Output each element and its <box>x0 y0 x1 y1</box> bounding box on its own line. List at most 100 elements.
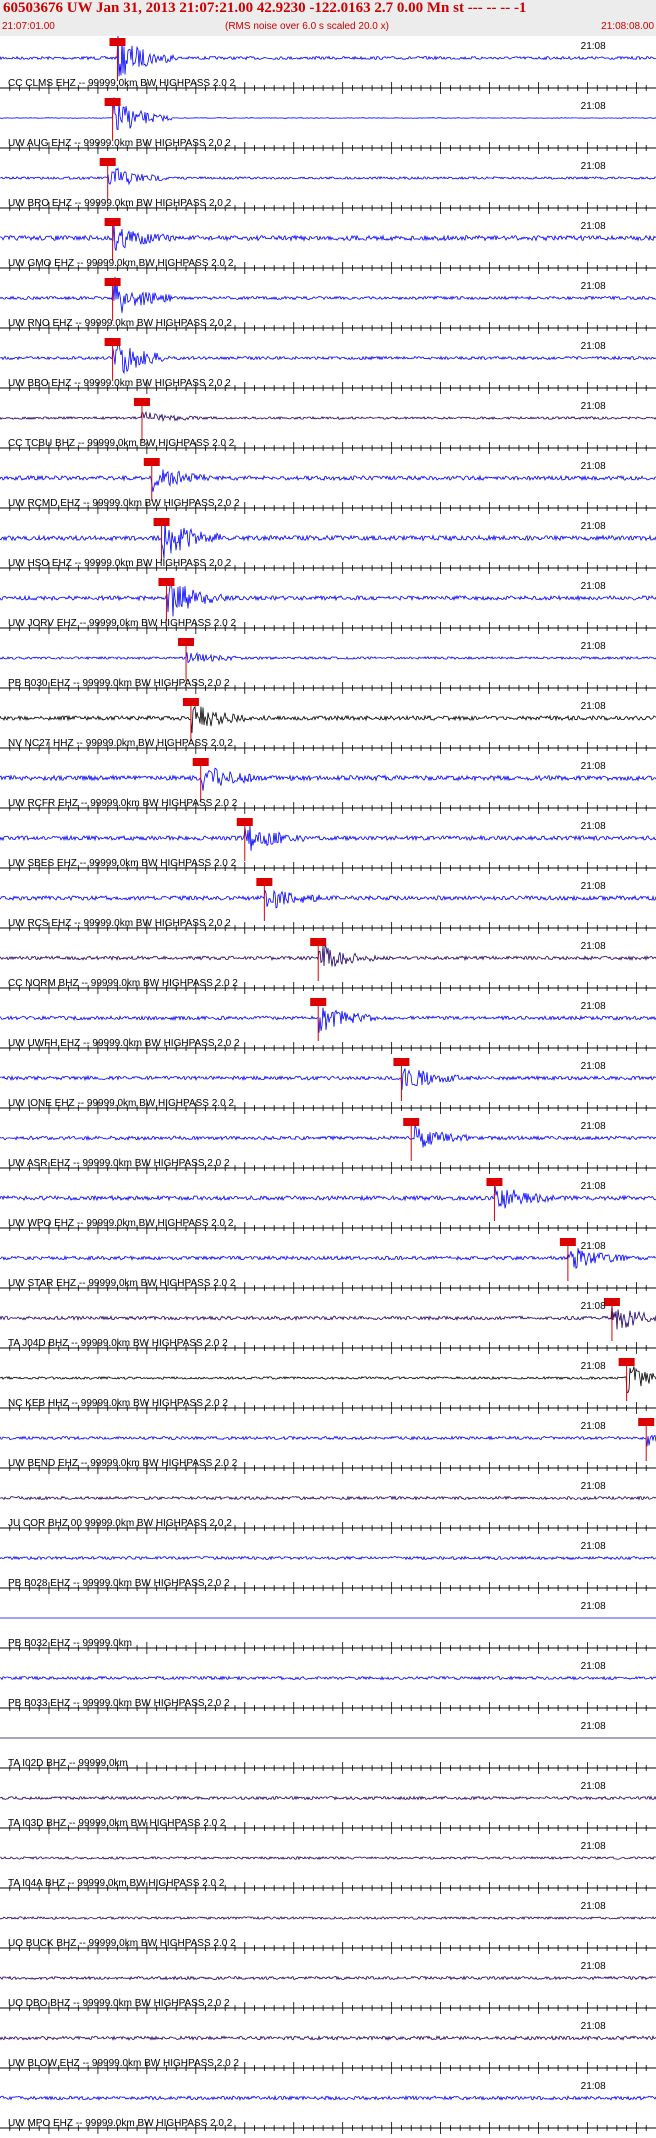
station-label: NC KEB HHZ -- 99999.0km BW HIGHPASS 2.0 … <box>8 1398 228 1409</box>
waveform-line <box>0 1675 656 1681</box>
trace-panel: 21:08 UW HSO EHZ -- 99999.0km BW HIGHPASS… <box>0 518 656 574</box>
trace-panel: 21:08 UW SBES EHZ -- 99999.0km BW HIGHPAS… <box>0 818 656 874</box>
waveform-line <box>0 1915 656 1921</box>
waveform-line <box>0 1495 656 1501</box>
station-label: NV NC27 HHZ -- 99999.0km BW HIGHPASS 2.0… <box>8 738 233 749</box>
trace-panel: 21:08 UW JORV EHZ -- 99999.0km BW HIGHPAS… <box>0 578 656 634</box>
minute-label: 21:08 <box>581 1301 606 1312</box>
pick-marker <box>158 578 175 586</box>
trace-panel: 21:08 JU COR BHZ 00 99999.0km BW HIGHPASS… <box>0 1481 656 1534</box>
waveform-line <box>0 36 656 77</box>
station-label: CC NORM BHZ -- 99999.0km BW HIGHPASS 2.0… <box>8 978 238 989</box>
station-label: UW BLOW EHZ -- 99999.0km BW HIGHPASS 2.0… <box>8 2058 239 2069</box>
pick-marker <box>603 1298 620 1306</box>
station-label: UW ASR EHZ -- 99999.0km BW HIGHPASS 2.0 … <box>8 1158 230 1169</box>
waveform-line <box>0 340 656 375</box>
station-label: TA J04D BHZ -- 99999.0km BW HIGHPASS 2.0… <box>8 1338 228 1349</box>
minute-label: 21:08 <box>581 1241 606 1252</box>
minute-label: 21:08 <box>581 761 606 772</box>
end-time: 21:08:08.00 <box>601 21 654 32</box>
waveform-line <box>0 945 656 967</box>
station-label: UW IONE EHZ -- 99999.0km BW HIGHPASS 2.0… <box>8 1098 234 1109</box>
pick-marker <box>310 938 327 946</box>
station-label: PB B030 EHZ -- 99999.0km BW HIGHPASS 2.0… <box>8 678 230 689</box>
waveform-line <box>0 1068 656 1091</box>
station-label: UW HSO EHZ -- 99999.0km BW HIGHPASS 2.0 … <box>8 558 232 569</box>
station-label: UW GMO EHZ -- 99999.0km BW HIGHPASS 2.0 … <box>8 258 234 269</box>
waveform-line <box>0 889 656 909</box>
waveform-line <box>0 1795 656 1801</box>
minute-label: 21:08 <box>581 1001 606 1012</box>
trace-panel: 21:08 TA I04A BHZ -- 99999.0km BW HIGHPAS… <box>0 1841 656 1894</box>
station-label: PB B028 EHZ -- 99999.0km BW HIGHPASS 2.0… <box>8 1578 230 1589</box>
minute-label: 21:08 <box>581 1481 606 1492</box>
station-label: UW MPO EHZ -- 99999.0km BW HIGHPASS 2.0 … <box>8 2118 233 2129</box>
seismogram-plot: 21:08 CC CLMS EHZ -- 99999.0km BW HIGHPAS… <box>0 36 656 2134</box>
pick-marker <box>104 98 121 106</box>
station-label: UW RCS EHZ -- 99999.0km BW HIGHPASS 2.0 … <box>8 918 231 929</box>
pick-marker <box>104 218 121 226</box>
event-title: 60503676 UW Jan 31, 2013 21:07:21.00 42.… <box>3 0 527 16</box>
trace-panel: 21:08 PB B033 EHZ -- 99999.0km BW HIGHPAS… <box>0 1661 656 1714</box>
trace-panel: 21:08 UW STAR EHZ -- 99999.0km BW HIGHPAS… <box>0 1238 656 1294</box>
minute-label: 21:08 <box>581 1061 606 1072</box>
waveform-line <box>0 767 656 791</box>
trace-panel: 21:08 UW UWFH EHZ -- 99999.0km BW HIGHPAS… <box>0 998 656 1054</box>
station-label: UW BRO EHZ -- 99999.0km BW HIGHPASS 2.0 … <box>8 198 232 209</box>
pick-marker <box>403 1118 420 1126</box>
minute-label: 21:08 <box>581 281 606 292</box>
waveform-line <box>0 1124 656 1148</box>
waveform-line <box>0 1975 656 1981</box>
trace-panel: 21:08 UO BUCK BHZ -- 99999.0km BW HIGHPAS… <box>0 1901 656 1954</box>
rms-note: (RMS noise over 6.0 s scaled 20.0 x) <box>225 21 389 32</box>
trace-panel: 21:08 TA J04D BHZ -- 99999.0km BW HIGHPAS… <box>0 1298 656 1354</box>
trace-panel: 21:08 UW MPO EHZ -- 99999.0km BW HIGHPASS… <box>0 2081 656 2134</box>
station-label: PB B032 EHZ -- 99999.0km <box>8 1638 132 1649</box>
minute-label: 21:08 <box>581 941 606 952</box>
pick-marker <box>638 1418 655 1426</box>
trace-panel: 21:08 UW RCMD EHZ -- 99999.0km BW HIGHPAS… <box>0 458 656 514</box>
station-label: UW BBO EHZ -- 99999.0km BW HIGHPASS 2.0 … <box>8 378 231 389</box>
minute-label: 21:08 <box>581 161 606 172</box>
trace-panel: 21:08 UW WPO EHZ -- 99999.0km BW HIGHPASS… <box>0 1178 656 1234</box>
header-bar: 60503676 UW Jan 31, 2013 21:07:21.00 42.… <box>0 0 656 36</box>
minute-label: 21:08 <box>581 2081 606 2092</box>
minute-label: 21:08 <box>581 1121 606 1132</box>
minute-label: 21:08 <box>581 1361 606 1372</box>
minute-label: 21:08 <box>581 1601 606 1612</box>
pick-marker <box>192 758 209 766</box>
pick-marker <box>618 1358 635 1366</box>
waveform-line <box>0 1366 656 1394</box>
trace-panel: 21:08 UW RCS EHZ -- 99999.0km BW HIGHPASS… <box>0 878 656 934</box>
minute-label: 21:08 <box>581 521 606 532</box>
pick-marker <box>153 518 170 526</box>
trace-panel: 21:08 UW ASR EHZ -- 99999.0km BW HIGHPASS… <box>0 1118 656 1174</box>
pick-marker <box>393 1058 410 1066</box>
waveform-line <box>0 223 656 251</box>
station-label: UW RNO EHZ -- 99999.0km BW HIGHPASS 2.0 … <box>8 318 232 329</box>
waveform-line <box>0 97 656 130</box>
trace-panel: 21:08 NV NC27 HHZ -- 99999.0km BW HIGHPAS… <box>0 698 656 754</box>
minute-label: 21:08 <box>581 1961 606 1972</box>
station-label: UW RCMD EHZ -- 99999.0km BW HIGHPASS 2.0… <box>8 498 240 509</box>
pick-marker <box>104 278 121 286</box>
pick-marker <box>310 998 327 1006</box>
trace-panel: 21:08 UW RNO EHZ -- 99999.0km BW HIGHPASS… <box>0 276 656 334</box>
waveform-line <box>0 1856 656 1861</box>
minute-label: 21:08 <box>581 1181 606 1192</box>
minute-label: 21:08 <box>581 1841 606 1852</box>
pick-marker <box>256 878 273 886</box>
trace-panel: 21:08 UW IONE EHZ -- 99999.0km BW HIGHPAS… <box>0 1058 656 1114</box>
waveform-line <box>0 825 656 851</box>
minute-label: 21:08 <box>581 221 606 232</box>
trace-panel: 21:08 TA I02D BHZ -- 99999.0km <box>0 1721 656 1774</box>
pick-marker <box>133 398 150 406</box>
station-label: CC TCBU BHZ -- 99999.0km BW HIGHPASS 2.0… <box>8 438 235 449</box>
trace-panel: 21:08 CC TCBU BHZ -- 99999.0km BW HIGHPAS… <box>0 398 656 454</box>
pick-marker <box>104 338 121 346</box>
waveform-line <box>0 521 656 559</box>
pick-marker <box>109 38 126 46</box>
minute-label: 21:08 <box>581 1781 606 1792</box>
trace-panel: 21:08 UO DBO BHZ -- 99999.0km BW HIGHPASS… <box>0 1961 656 2014</box>
station-label: UW WPO EHZ -- 99999.0km BW HIGHPASS 2.0 … <box>8 1218 234 1229</box>
